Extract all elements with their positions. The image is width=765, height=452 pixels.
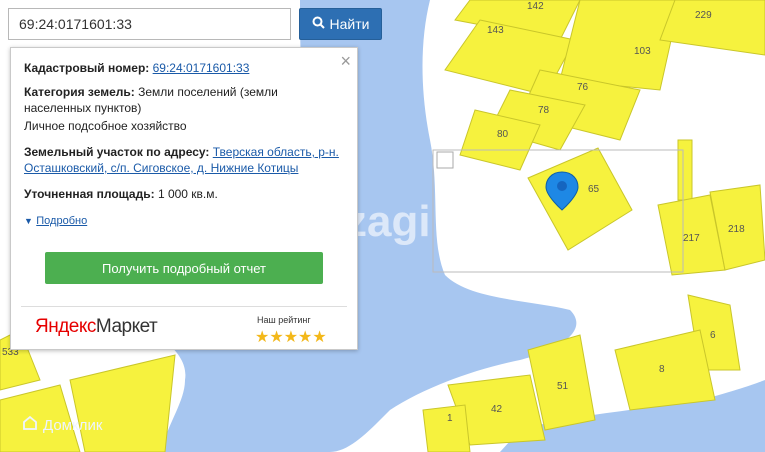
svg-text:65: 65 <box>588 184 600 195</box>
svg-text:229: 229 <box>695 10 712 21</box>
usage-value: Личное подсобное хозяйство <box>24 119 187 133</box>
svg-text:51: 51 <box>557 381 569 392</box>
svg-text:80: 80 <box>497 129 509 140</box>
address-label: Земельный участок по адресу: <box>24 145 210 159</box>
get-report-button[interactable]: Получить подробный отчет <box>45 252 323 284</box>
broken-image-icon <box>436 151 454 169</box>
svg-text:1: 1 <box>447 413 453 424</box>
domclick-wordmark: Домклик <box>43 416 103 434</box>
search-button-label: Найти <box>329 16 370 32</box>
search-button[interactable]: Найти <box>299 8 382 40</box>
svg-text:103: 103 <box>634 46 651 57</box>
svg-text:6: 6 <box>710 330 716 341</box>
domclick-logo: Домклик <box>22 415 102 435</box>
parcel-info-popup: × Кадастровый номер: 69:24:0171601:33 Ка… <box>10 47 358 350</box>
svg-text:218: 218 <box>728 224 745 235</box>
more-toggle[interactable]: ▼ Подробно <box>24 212 344 229</box>
parcel-small-strip[interactable] <box>677 139 693 201</box>
house-icon <box>22 415 38 435</box>
cadastral-label: Кадастровый номер: <box>24 61 150 75</box>
search-icon <box>312 16 325 32</box>
rating-stars: ★★★★★ <box>255 329 327 346</box>
svg-text:42: 42 <box>491 404 503 415</box>
svg-text:217: 217 <box>683 233 700 244</box>
svg-text:78: 78 <box>538 105 550 116</box>
cadastral-row: Кадастровый номер: 69:24:0171601:33 <box>24 60 344 76</box>
area-row: Уточненная площадь: 1 000 кв.м. <box>24 186 344 202</box>
yandex-wordmark: Яндекс <box>35 316 96 337</box>
svg-text:143: 143 <box>487 25 504 36</box>
triangle-down-icon: ▼ <box>24 216 33 226</box>
yandex-market-logo[interactable]: ЯндексМаркет <box>35 316 158 338</box>
category-row: Категория земель: Земли поселений (земли… <box>24 84 344 116</box>
svg-text:142: 142 <box>527 1 544 12</box>
svg-text:76: 76 <box>577 82 589 93</box>
cadastral-number-link[interactable]: 69:24:0171601:33 <box>153 61 250 75</box>
cadastral-search-input[interactable]: 69:24:0171601:33 <box>8 8 291 40</box>
parcel-103[interactable] <box>559 0 681 91</box>
more-link[interactable]: Подробно <box>36 215 87 227</box>
market-wordmark: Маркет <box>95 316 158 337</box>
category-label: Категория земель: <box>24 85 135 99</box>
address-row: Земельный участок по адресу: Тверская об… <box>24 144 344 176</box>
area-value: 1 000 кв.м. <box>157 187 218 201</box>
popup-divider <box>21 306 347 307</box>
rating-label: Наш рейтинг <box>257 315 311 325</box>
area-label: Уточненная площадь: <box>24 187 155 201</box>
svg-text:8: 8 <box>659 364 665 375</box>
